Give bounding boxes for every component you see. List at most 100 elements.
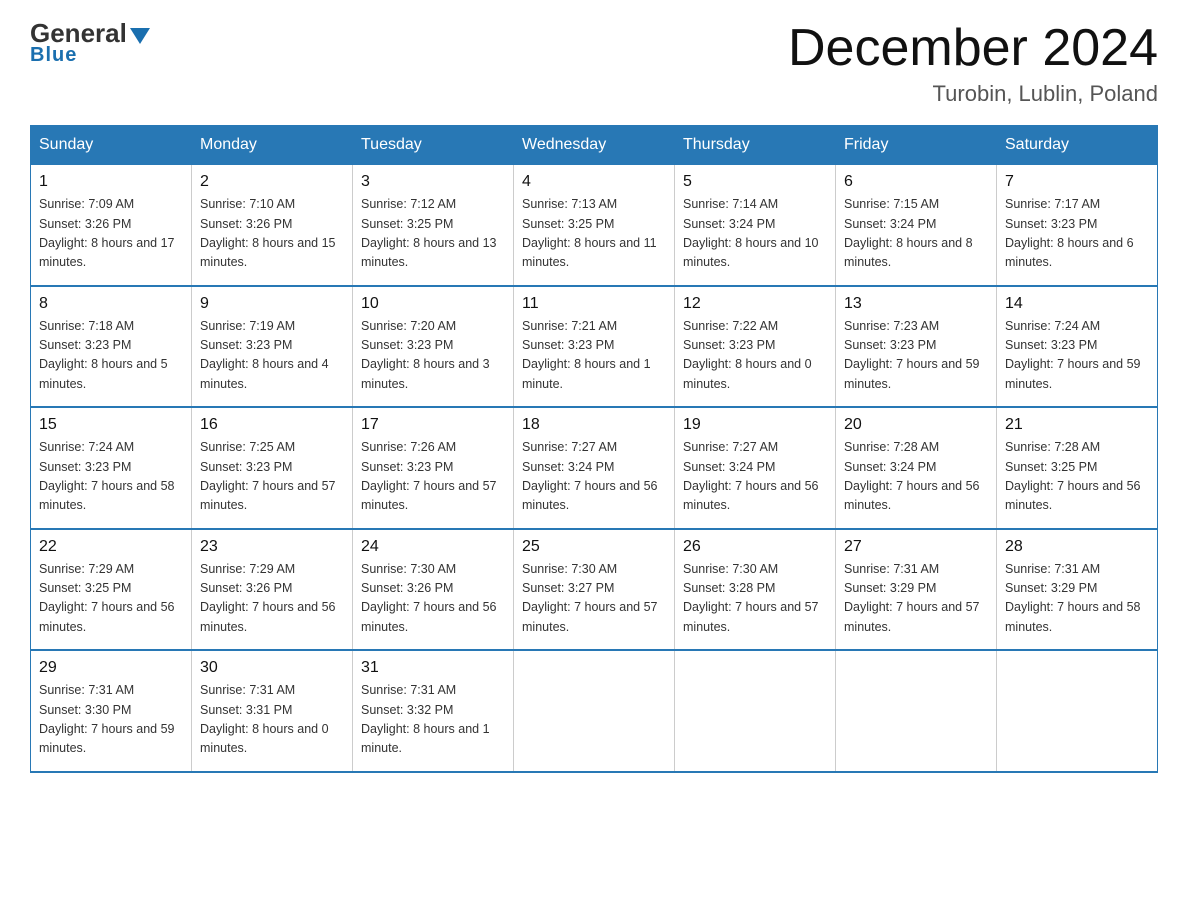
- day-number: 24: [361, 538, 505, 556]
- day-info: Sunrise: 7:28 AMSunset: 3:24 PMDaylight:…: [844, 438, 988, 516]
- day-number: 27: [844, 538, 988, 556]
- calendar-cell: 13 Sunrise: 7:23 AMSunset: 3:23 PMDayligh…: [836, 286, 997, 408]
- logo-blue: Blue: [30, 44, 77, 67]
- calendar-cell: [514, 650, 675, 772]
- day-info: Sunrise: 7:30 AMSunset: 3:27 PMDaylight:…: [522, 560, 666, 638]
- calendar-cell: 9 Sunrise: 7:19 AMSunset: 3:23 PMDaylight…: [192, 286, 353, 408]
- day-number: 12: [683, 295, 827, 313]
- day-number: 31: [361, 659, 505, 677]
- calendar-table: SundayMondayTuesdayWednesdayThursdayFrid…: [30, 125, 1158, 773]
- calendar-week-row: 1 Sunrise: 7:09 AMSunset: 3:26 PMDaylight…: [31, 165, 1158, 286]
- calendar-cell: 24 Sunrise: 7:30 AMSunset: 3:26 PMDayligh…: [353, 529, 514, 651]
- calendar-cell: 22 Sunrise: 7:29 AMSunset: 3:25 PMDayligh…: [31, 529, 192, 651]
- title-block: December 2024 Turobin, Lublin, Poland: [788, 20, 1158, 107]
- day-info: Sunrise: 7:24 AMSunset: 3:23 PMDaylight:…: [1005, 317, 1149, 395]
- day-info: Sunrise: 7:27 AMSunset: 3:24 PMDaylight:…: [683, 438, 827, 516]
- calendar-cell: 14 Sunrise: 7:24 AMSunset: 3:23 PMDayligh…: [997, 286, 1158, 408]
- logo-triangle-icon: [130, 28, 150, 44]
- day-number: 28: [1005, 538, 1149, 556]
- day-info: Sunrise: 7:23 AMSunset: 3:23 PMDaylight:…: [844, 317, 988, 395]
- day-number: 16: [200, 416, 344, 434]
- calendar-cell: 3Sunrise: 7:12 AMSunset: 3:25 PMDaylight…: [353, 165, 514, 286]
- day-info: Sunrise: 7:21 AMSunset: 3:23 PMDaylight:…: [522, 317, 666, 395]
- calendar-cell: 1 Sunrise: 7:09 AMSunset: 3:26 PMDaylight…: [31, 165, 192, 286]
- day-number: 3: [361, 173, 505, 191]
- day-info: Sunrise: 7:20 AMSunset: 3:23 PMDaylight:…: [361, 317, 505, 395]
- calendar-week-row: 15Sunrise: 7:24 AMSunset: 3:23 PMDayligh…: [31, 407, 1158, 529]
- day-number: 8: [39, 295, 183, 313]
- calendar-cell: 23 Sunrise: 7:29 AMSunset: 3:26 PMDayligh…: [192, 529, 353, 651]
- calendar-cell: 11 Sunrise: 7:21 AMSunset: 3:23 PMDayligh…: [514, 286, 675, 408]
- day-number: 19: [683, 416, 827, 434]
- day-number: 2: [200, 173, 344, 191]
- day-info: Sunrise: 7:27 AMSunset: 3:24 PMDaylight:…: [522, 438, 666, 516]
- col-header-thursday: Thursday: [675, 126, 836, 165]
- day-info: Sunrise: 7:19 AMSunset: 3:23 PMDaylight:…: [200, 317, 344, 395]
- day-number: 17: [361, 416, 505, 434]
- calendar-week-row: 22 Sunrise: 7:29 AMSunset: 3:25 PMDayligh…: [31, 529, 1158, 651]
- day-number: 14: [1005, 295, 1149, 313]
- calendar-cell: 18 Sunrise: 7:27 AMSunset: 3:24 PMDayligh…: [514, 407, 675, 529]
- calendar-cell: 27Sunrise: 7:31 AMSunset: 3:29 PMDayligh…: [836, 529, 997, 651]
- col-header-monday: Monday: [192, 126, 353, 165]
- day-info: Sunrise: 7:13 AMSunset: 3:25 PMDaylight:…: [522, 195, 666, 273]
- calendar-week-row: 29Sunrise: 7:31 AMSunset: 3:30 PMDayligh…: [31, 650, 1158, 772]
- day-number: 21: [1005, 416, 1149, 434]
- calendar-cell: 29Sunrise: 7:31 AMSunset: 3:30 PMDayligh…: [31, 650, 192, 772]
- calendar-cell: 7 Sunrise: 7:17 AMSunset: 3:23 PMDaylight…: [997, 165, 1158, 286]
- calendar-cell: 30 Sunrise: 7:31 AMSunset: 3:31 PMDayligh…: [192, 650, 353, 772]
- day-number: 5: [683, 173, 827, 191]
- calendar-cell: [836, 650, 997, 772]
- day-number: 1: [39, 173, 183, 191]
- day-number: 9: [200, 295, 344, 313]
- calendar-cell: 8Sunrise: 7:18 AMSunset: 3:23 PMDaylight…: [31, 286, 192, 408]
- day-number: 7: [1005, 173, 1149, 191]
- day-info: Sunrise: 7:29 AMSunset: 3:25 PMDaylight:…: [39, 560, 183, 638]
- day-info: Sunrise: 7:25 AMSunset: 3:23 PMDaylight:…: [200, 438, 344, 516]
- calendar-cell: 21Sunrise: 7:28 AMSunset: 3:25 PMDayligh…: [997, 407, 1158, 529]
- day-number: 10: [361, 295, 505, 313]
- calendar-cell: 20 Sunrise: 7:28 AMSunset: 3:24 PMDayligh…: [836, 407, 997, 529]
- day-info: Sunrise: 7:14 AMSunset: 3:24 PMDaylight:…: [683, 195, 827, 273]
- day-number: 20: [844, 416, 988, 434]
- calendar-cell: 19 Sunrise: 7:27 AMSunset: 3:24 PMDayligh…: [675, 407, 836, 529]
- day-number: 18: [522, 416, 666, 434]
- day-number: 4: [522, 173, 666, 191]
- day-info: Sunrise: 7:31 AMSunset: 3:32 PMDaylight:…: [361, 681, 505, 759]
- page-header: General Blue December 2024 Turobin, Lubl…: [30, 20, 1158, 107]
- day-info: Sunrise: 7:09 AMSunset: 3:26 PMDaylight:…: [39, 195, 183, 273]
- calendar-cell: 2 Sunrise: 7:10 AMSunset: 3:26 PMDaylight…: [192, 165, 353, 286]
- day-info: Sunrise: 7:10 AMSunset: 3:26 PMDaylight:…: [200, 195, 344, 273]
- day-number: 13: [844, 295, 988, 313]
- day-info: Sunrise: 7:24 AMSunset: 3:23 PMDaylight:…: [39, 438, 183, 516]
- calendar-cell: 25Sunrise: 7:30 AMSunset: 3:27 PMDayligh…: [514, 529, 675, 651]
- day-number: 23: [200, 538, 344, 556]
- day-info: Sunrise: 7:22 AMSunset: 3:23 PMDaylight:…: [683, 317, 827, 395]
- day-info: Sunrise: 7:30 AMSunset: 3:28 PMDaylight:…: [683, 560, 827, 638]
- day-info: Sunrise: 7:26 AMSunset: 3:23 PMDaylight:…: [361, 438, 505, 516]
- calendar-cell: 28 Sunrise: 7:31 AMSunset: 3:29 PMDayligh…: [997, 529, 1158, 651]
- col-header-wednesday: Wednesday: [514, 126, 675, 165]
- day-number: 22: [39, 538, 183, 556]
- day-info: Sunrise: 7:31 AMSunset: 3:31 PMDaylight:…: [200, 681, 344, 759]
- day-info: Sunrise: 7:31 AMSunset: 3:30 PMDaylight:…: [39, 681, 183, 759]
- calendar-cell: [675, 650, 836, 772]
- day-info: Sunrise: 7:29 AMSunset: 3:26 PMDaylight:…: [200, 560, 344, 638]
- calendar-cell: 15Sunrise: 7:24 AMSunset: 3:23 PMDayligh…: [31, 407, 192, 529]
- day-info: Sunrise: 7:31 AMSunset: 3:29 PMDaylight:…: [1005, 560, 1149, 638]
- calendar-cell: 16 Sunrise: 7:25 AMSunset: 3:23 PMDayligh…: [192, 407, 353, 529]
- col-header-tuesday: Tuesday: [353, 126, 514, 165]
- calendar-header-row: SundayMondayTuesdayWednesdayThursdayFrid…: [31, 126, 1158, 165]
- calendar-cell: 12 Sunrise: 7:22 AMSunset: 3:23 PMDayligh…: [675, 286, 836, 408]
- day-number: 11: [522, 295, 666, 313]
- day-info: Sunrise: 7:17 AMSunset: 3:23 PMDaylight:…: [1005, 195, 1149, 273]
- calendar-week-row: 8Sunrise: 7:18 AMSunset: 3:23 PMDaylight…: [31, 286, 1158, 408]
- day-number: 30: [200, 659, 344, 677]
- calendar-cell: 6Sunrise: 7:15 AMSunset: 3:24 PMDaylight…: [836, 165, 997, 286]
- day-number: 26: [683, 538, 827, 556]
- day-info: Sunrise: 7:30 AMSunset: 3:26 PMDaylight:…: [361, 560, 505, 638]
- calendar-cell: 17 Sunrise: 7:26 AMSunset: 3:23 PMDayligh…: [353, 407, 514, 529]
- col-header-saturday: Saturday: [997, 126, 1158, 165]
- day-number: 6: [844, 173, 988, 191]
- col-header-friday: Friday: [836, 126, 997, 165]
